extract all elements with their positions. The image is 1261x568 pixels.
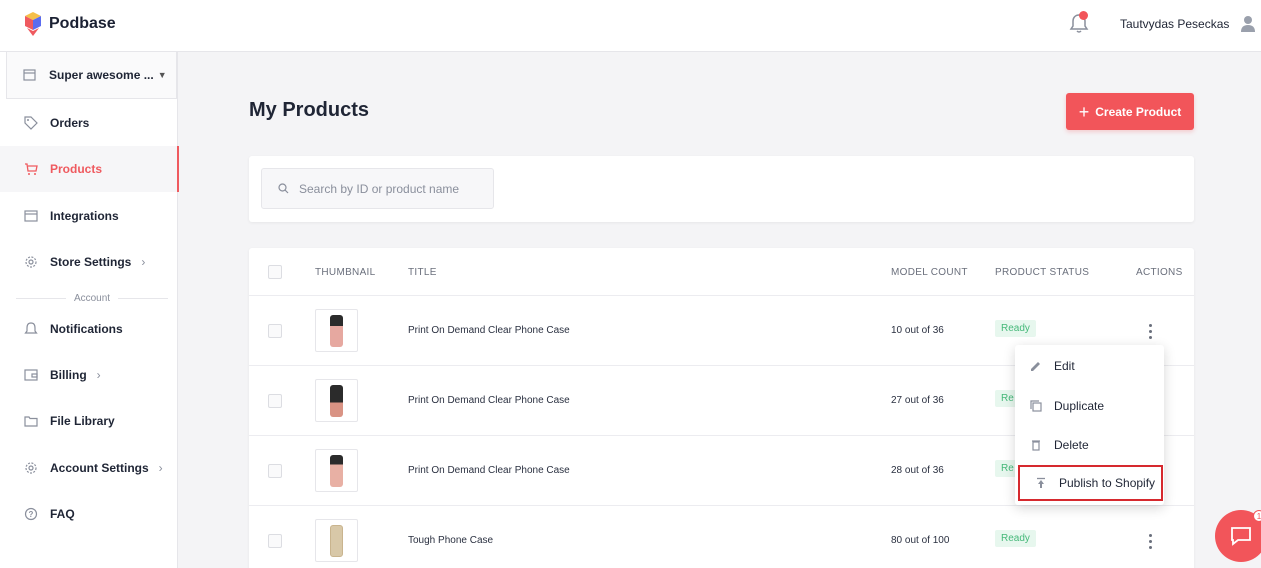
search-card: Search by ID or product name [249,156,1194,222]
copy-icon [1030,400,1042,412]
more-actions-icon[interactable] [1141,322,1159,340]
folder-icon [24,416,38,427]
row-checkbox[interactable] [268,534,282,548]
store-icon [23,69,36,81]
column-header-product-status: PRODUCT STATUS [995,267,1090,278]
search-input[interactable]: Search by ID or product name [261,168,494,209]
sidebar-item-file-library[interactable]: File Library [0,398,178,444]
row-checkbox[interactable] [268,394,282,408]
sidebar-item-integrations[interactable]: Integrations [0,193,178,239]
product-title[interactable]: Print On Demand Clear Phone Case [408,465,570,476]
chat-unread-badge: 1 [1253,510,1261,522]
sidebar-item-products[interactable]: Products [0,146,179,192]
row-checkbox[interactable] [268,464,282,478]
menu-item-label: Duplicate [1054,399,1105,413]
wallet-icon [24,369,38,381]
status-badge: Ready [995,320,1036,337]
chevron-down-icon: ▼ [157,70,167,80]
sidebar-item-store-settings[interactable]: Store Settings › [0,239,178,285]
sidebar-item-label: Orders [50,116,90,130]
sidebar-item-account-settings[interactable]: Account Settings › [0,445,178,491]
product-title[interactable]: Tough Phone Case [408,535,493,546]
phone-case-image [330,454,343,487]
sidebar-item-label: Billing [50,368,87,382]
actions-dropdown-menu: Edit Duplicate Delete Publish to Shopify [1015,345,1164,505]
app-logo[interactable]: Podbase [24,11,116,37]
sidebar-item-label: File Library [50,414,115,428]
svg-text:?: ? [29,510,34,519]
podbase-logo-icon [25,12,41,36]
user-name[interactable]: Tautvydas Peseckas [1120,17,1229,31]
app-name: Podbase [49,15,116,32]
sidebar-item-label: Integrations [50,209,119,223]
search-icon [278,183,289,194]
menu-item-publish-to-shopify[interactable]: Publish to Shopify [1018,465,1163,501]
chevron-right-icon: › [96,368,101,382]
sidebar-item-orders[interactable]: Orders [0,100,178,146]
menu-item-label: Delete [1054,438,1089,452]
product-title[interactable]: Print On Demand Clear Phone Case [408,395,570,406]
sidebar-item-notifications[interactable]: Notifications [0,306,178,352]
gear-icon [25,462,37,474]
menu-item-label: Edit [1054,359,1075,373]
sidebar-item-label: Notifications [50,322,123,336]
phone-case-image [330,524,343,557]
plus-icon: + [1078,101,1090,122]
store-icon [24,210,38,222]
search-placeholder: Search by ID or product name [299,181,460,196]
gear-icon [25,256,37,268]
menu-item-duplicate[interactable]: Duplicate [1015,388,1164,424]
chevron-right-icon: › [141,255,146,269]
pencil-icon [1031,362,1040,371]
select-all-checkbox[interactable] [268,265,282,279]
sidebar-item-label: Store Settings [50,255,132,269]
column-header-actions: ACTIONS [1136,267,1183,278]
account-section-label: Account [16,292,169,304]
table-row[interactable]: Tough Phone Case 80 out of 100 Ready [249,506,1194,568]
status-badge: Ready [995,530,1036,547]
column-header-thumbnail: THUMBNAIL [315,267,376,278]
cart-icon [25,163,38,175]
product-thumbnail[interactable] [315,519,358,562]
store-name: Super awesome ... [49,68,154,82]
table-header: THUMBNAIL TITLE MODEL COUNT PRODUCT STAT… [249,248,1194,296]
column-header-title: TITLE [408,267,437,278]
question-icon: ? [24,507,38,521]
user-avatar-icon[interactable] [1240,15,1256,33]
model-count: 10 out of 36 [891,325,944,336]
top-bar: Podbase Tautvydas Peseckas [0,0,1261,52]
model-count: 27 out of 36 [891,395,944,406]
page-title: My Products [249,99,370,121]
store-selector[interactable]: Super awesome ... ▼ [6,52,177,99]
product-thumbnail[interactable] [315,379,358,422]
menu-item-delete[interactable]: Delete [1015,427,1164,463]
product-thumbnail[interactable] [315,449,358,492]
chevron-right-icon: › [158,461,163,475]
upload-icon [1037,477,1045,488]
phone-case-image [330,384,343,417]
sidebar-item-label: Account Settings [50,461,149,475]
phone-case-image [330,314,343,347]
sidebar-item-billing[interactable]: Billing › [0,352,178,398]
sidebar-item-label: FAQ [50,507,75,521]
tag-icon [24,116,38,130]
notification-dot [1079,11,1088,20]
product-thumbnail[interactable] [315,309,358,352]
sidebar: Super awesome ... ▼ Orders Products Inte… [0,52,179,568]
bell-icon [24,322,38,334]
model-count: 28 out of 36 [891,465,944,476]
column-header-model-count: MODEL COUNT [891,267,968,278]
menu-item-edit[interactable]: Edit [1015,348,1164,384]
trash-icon [1032,440,1040,451]
chat-icon [1231,527,1251,546]
product-title[interactable]: Print On Demand Clear Phone Case [408,325,570,336]
row-checkbox[interactable] [268,324,282,338]
menu-item-label: Publish to Shopify [1059,476,1156,490]
model-count: 80 out of 100 [891,535,950,546]
more-actions-icon[interactable] [1141,532,1159,550]
create-product-label: Create Product [1095,104,1182,119]
sidebar-item-faq[interactable]: ? FAQ [0,491,178,537]
sidebar-item-label: Products [50,162,103,176]
create-product-button[interactable]: + Create Product [1066,93,1194,130]
